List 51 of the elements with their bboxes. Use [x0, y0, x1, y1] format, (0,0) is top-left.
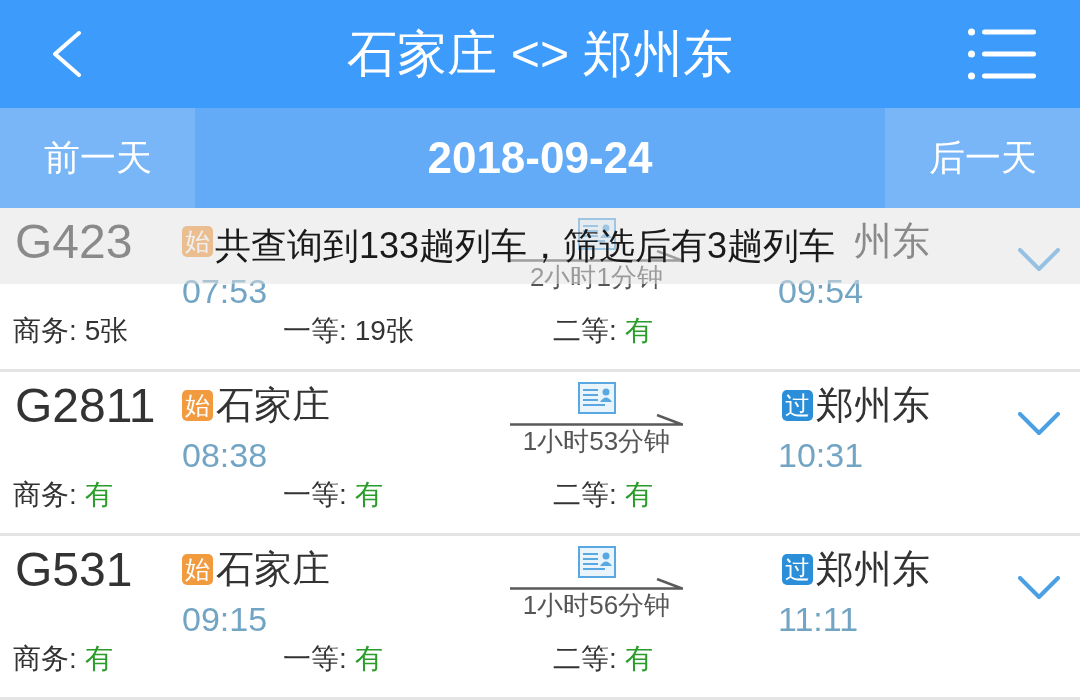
- station-name: 郑州东: [816, 386, 930, 424]
- date-button[interactable]: 2018-09-24: [195, 108, 885, 208]
- station-badge: 始: [182, 225, 213, 257]
- duration-text: 1小时53分钟: [522, 428, 671, 454]
- arrival-time: 11:11: [778, 602, 859, 636]
- departure-time: 08:38: [182, 438, 268, 472]
- back-icon[interactable]: [52, 31, 82, 77]
- seat-class-label: 二等:: [553, 481, 617, 509]
- seat-class-label: 一等:: [283, 481, 347, 509]
- station-name: 州东: [854, 222, 930, 260]
- seat-availability: 有: [84, 481, 113, 509]
- departure-time: 09:15: [182, 602, 268, 636]
- train-number: G423: [15, 218, 133, 266]
- chevron-down-icon[interactable]: [1018, 248, 1060, 272]
- station-name: 石家庄: [216, 386, 330, 424]
- duration-text: 2小时1分钟: [530, 264, 663, 290]
- station-badge: 过: [782, 389, 813, 421]
- seat-class-label: 一等:: [283, 317, 347, 345]
- seat-class-label: 一等:: [283, 645, 347, 673]
- station-badge: 始: [182, 553, 213, 585]
- station-badge: 始: [182, 389, 213, 421]
- seat-availability: 有: [624, 481, 653, 509]
- next-day-button[interactable]: 后一天: [885, 108, 1080, 208]
- station-badge: 过: [782, 553, 813, 585]
- seat-availability: 有: [624, 317, 653, 345]
- arrival-time: 09:54: [778, 274, 864, 308]
- menu-icon[interactable]: [968, 28, 1036, 80]
- seat-availability: 有: [354, 645, 383, 673]
- station-name: 石家庄: [216, 550, 330, 588]
- seat-availability: 有: [624, 645, 653, 673]
- chevron-down-icon[interactable]: [1018, 412, 1060, 436]
- station-name: 郑州东: [816, 550, 930, 588]
- duration-text: 1小时56分钟: [522, 592, 671, 618]
- seat-class-label: 商务:: [13, 317, 77, 345]
- seat-availability: 19张: [354, 317, 414, 345]
- seat-availability: 有: [354, 481, 383, 509]
- seat-class-label: 二等:: [553, 317, 617, 345]
- train-number: G2811: [15, 382, 156, 430]
- chevron-down-icon[interactable]: [1018, 576, 1060, 600]
- previous-day-button[interactable]: 前一天: [0, 108, 195, 208]
- seat-availability: 有: [84, 645, 113, 673]
- departure-time: 07:53: [182, 274, 268, 308]
- arrival-time: 10:31: [778, 438, 864, 472]
- seat-availability: 5张: [84, 317, 129, 345]
- seat-class-label: 商务:: [13, 481, 77, 509]
- seat-class-label: 二等:: [553, 645, 617, 673]
- ticket-icon: [577, 382, 616, 414]
- ticket-icon: [577, 546, 616, 578]
- seat-class-label: 商务:: [13, 645, 77, 673]
- route-title: 石家庄 <> 郑州东: [346, 29, 734, 79]
- train-number: G531: [15, 546, 133, 594]
